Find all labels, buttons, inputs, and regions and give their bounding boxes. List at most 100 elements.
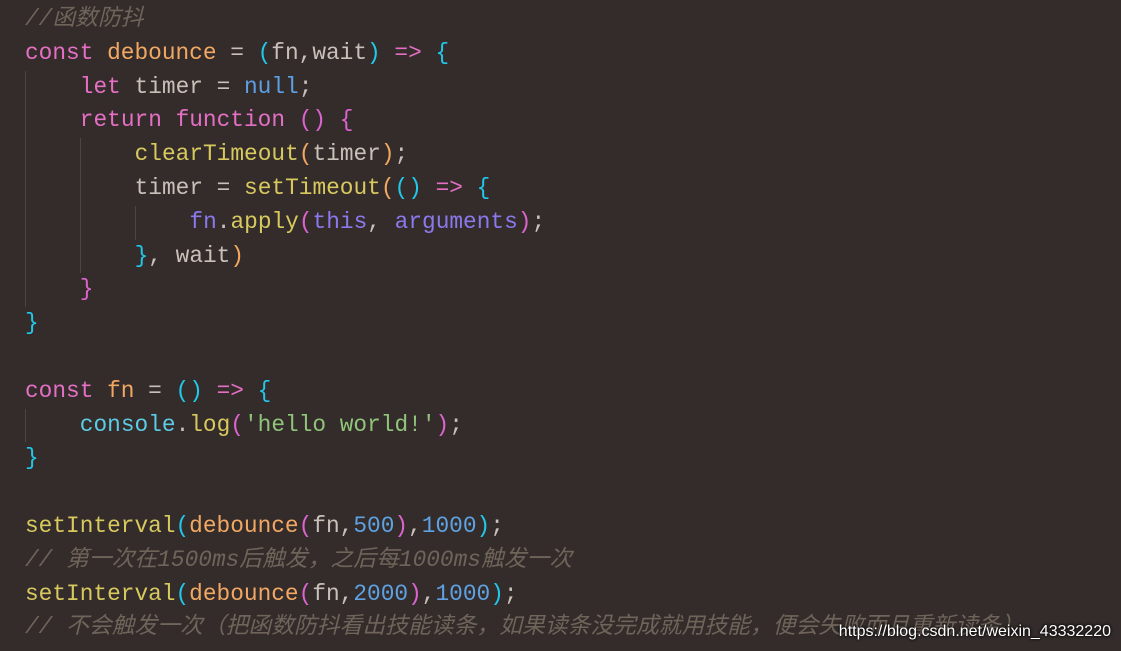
code-token: ( [298,141,313,168]
code-token: , [367,208,395,235]
code-line: setInterval(debounce(fn,500),1000); [25,510,1024,544]
code-token: ( [298,580,313,607]
indent-guide [134,205,136,240]
code-text: const debounce = (fn,wait) => { [25,40,449,66]
code-token: ( [230,411,244,438]
code-line: console.log('hello world!'); [25,408,1024,443]
indent-guide [25,70,26,105]
code-token: const [25,39,108,66]
indent-guide [79,205,81,240]
code-token: ( [257,39,272,66]
indent-guide [25,273,26,308]
code-token: timer = [134,174,245,201]
code-line: timer = setTimeout(() => { [25,171,1024,206]
code-token: ; [394,141,409,168]
code-line: } [25,307,1024,341]
code-line: } [25,273,1024,308]
code-token: { [257,377,272,404]
indent-guide [25,104,26,139]
code-token: setInterval [25,512,176,539]
code-token: ( [298,208,313,235]
indent-guide [25,171,26,206]
code-line: clearTimeout(timer); [25,138,1024,172]
code-line: let timer = null; [25,70,1024,105]
code-line: const fn = () => { [25,375,1024,409]
code-token: = [216,39,258,66]
code-token: ; [490,512,504,539]
code-token: fn, [312,580,354,607]
code-text: //函数防抖 [25,6,144,32]
code-token: timer = [134,73,244,100]
code-token: ) [394,512,409,539]
code-token: ) [230,242,245,269]
code-text: console.log('hello world!'); [25,412,463,438]
code-token: fn [107,377,135,404]
code-line: fn.apply(this, arguments); [25,205,1024,240]
code-token: { [339,107,354,134]
code-line: }, wait) [25,239,1024,274]
code-token: //函数防抖 [25,6,144,32]
code-token: apply [230,208,299,235]
indent-guide [25,408,26,443]
code-token: ( [380,174,395,201]
code-editor[interactable]: //函数防抖 const debounce = (fn,wait) => { let… [25,3,1024,645]
code-token: timer [312,141,381,168]
code-text: return function () { [25,107,354,134]
code-token: 1000 [435,580,491,607]
code-token: { [435,39,450,66]
code-text: const fn = () => { [25,378,271,404]
code-token: ) [435,411,450,438]
code-token: , wait [148,242,231,269]
code-token: 'hello world!' [243,411,436,438]
code-token: ) [367,39,381,66]
code-line: setInterval(debounce(fn,2000),1000); [25,578,1024,612]
code-text: fn.apply(this, arguments); [25,209,545,235]
code-token: ( [175,512,190,539]
code-token: let [79,73,135,100]
code-token: debounce [189,512,299,539]
code-token: => [421,174,477,201]
indent-guide [25,205,26,240]
code-token: debounce [107,39,217,66]
code-token: ( [298,512,313,539]
code-token: arguments [394,208,518,235]
code-token: 2000 [353,580,409,607]
code-token: const [25,377,108,404]
code-token: () [394,174,422,201]
code-token: => [380,39,436,66]
indent-guide [79,239,81,274]
code-line: } [25,442,1024,476]
code-token: } [25,445,39,472]
indent-guide [25,138,26,172]
code-token: return [79,107,176,134]
code-token: ( [175,580,190,607]
code-token: setInterval [25,580,176,607]
code-token: ) [476,512,491,539]
indent-guide [79,171,81,206]
code-text: } [25,276,94,303]
code-text: let timer = null; [25,73,313,100]
code-text: timer = setTimeout(() => { [25,174,491,201]
code-text: clearTimeout(timer); [25,141,409,168]
code-token: ) [408,580,422,607]
code-text: setInterval(debounce(fn,500),1000); [25,513,504,539]
code-token: this [312,208,368,235]
code-text: } [25,310,39,336]
code-line: const debounce = (fn,wait) => { [25,37,1024,71]
code-token: } [25,310,39,337]
code-token: console [79,411,176,438]
code-token: } [134,242,149,269]
code-token: , [408,512,422,539]
code-token: fn [189,208,217,235]
indent-guide [79,138,81,172]
code-token: setTimeout [244,174,381,201]
code-token: } [79,276,94,303]
code-token: function [175,107,299,134]
code-text: // 第一次在1500ms后触发，之后每1000ms触发一次 [25,547,572,573]
code-token: () [175,377,203,404]
code-token: () [298,107,327,134]
code-token: ; [531,208,546,235]
code-line: // 第一次在1500ms后触发，之后每1000ms触发一次 [25,544,1024,578]
code-line: //函数防抖 [25,3,1024,37]
code-token: . [175,411,190,438]
